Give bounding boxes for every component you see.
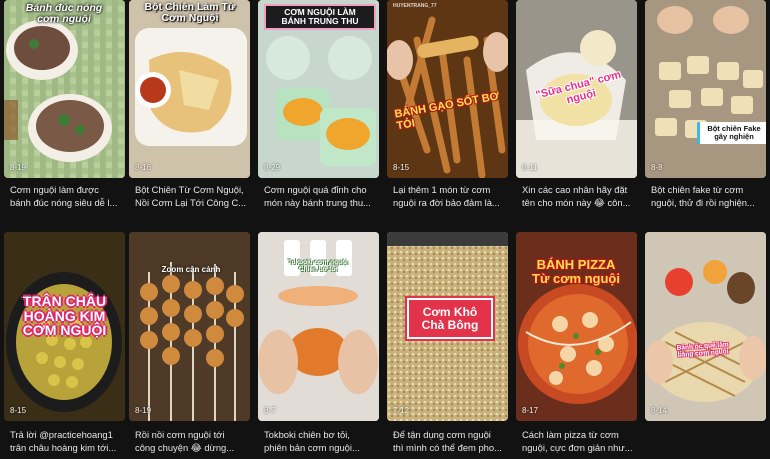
video-thumbnail[interactable]: Tokboki cơm nguội Chiên bơ tỏi 8-7 [258, 232, 379, 421]
video-thumbnail[interactable]: Bánh đúc nóng cơm nguội 8-19 [4, 0, 125, 178]
video-thumbnail[interactable]: Bột Chiên Làm Từ Cơm Nguội 8-16 [129, 0, 250, 178]
upload-date: 8-16 [135, 163, 152, 172]
video-caption[interactable]: Xin các cao nhân hãy đặt tên cho món này… [522, 183, 638, 209]
food-image [645, 232, 766, 421]
video-caption[interactable]: Cơm nguội quá đỉnh cho món này bánh trun… [264, 183, 380, 209]
video-caption[interactable]: Cách làm pizza từ cơm nguội, cực đơn giả… [522, 428, 638, 454]
food-image [387, 0, 508, 178]
watermark: HUYENTRANG_77 [393, 3, 437, 9]
video-caption[interactable]: Để tận dụng cơm nguội thì mình có thể đe… [393, 428, 509, 454]
thumbnail-title: BÁNH PIZZA Từ cơm nguội [532, 257, 620, 286]
video-grid: Bánh đúc nóng cơm nguội 8-19 Cơm nguội l… [0, 0, 770, 459]
thumbnail-title: Bột Chiên Làm Từ Cơm Nguội [144, 1, 236, 25]
video-thumbnail[interactable]: HUYENTRANG_77 BÁNH GẠO SỐT BƠ TỎI 8-15 [387, 0, 508, 178]
video-thumbnail[interactable]: Bột chiên Fake gây nghiện 8-8 [645, 0, 766, 178]
upload-date: 6-11 [522, 163, 538, 172]
video-thumbnail[interactable]: BÁNH PIZZA Từ cơm nguội 8-17 [516, 232, 637, 421]
video-caption[interactable]: Lại thêm 1 món từ cơm nguội ra đời bảo đ… [393, 183, 509, 209]
upload-date: 8-29 [264, 163, 281, 172]
video-caption[interactable]: Rồi nồi cơm nguội tới công chuyện 😂 dừng… [135, 428, 251, 454]
video-caption[interactable]: Cơm nguội làm được bánh đúc nóng siêu dễ… [10, 183, 126, 209]
video-card[interactable]: CƠM NGUỘI LÀM BÁNH TRUNG THU 8-29 Cơm ng… [258, 0, 379, 215]
upload-date: 8-14 [651, 406, 668, 415]
video-caption[interactable]: Bột chiên fake từ cơm nguội, thử đi rồi … [651, 183, 767, 209]
video-thumbnail[interactable]: CƠM NGUỘI LÀM BÁNH TRUNG THU 8-29 [258, 0, 379, 178]
video-thumbnail[interactable]: Bánh ốc quế làm bằng cơm nguội 8-14 [645, 232, 766, 421]
upload-date: 8-8 [651, 163, 663, 172]
thumbnail-title: Cơm Khô Chà Bông [405, 295, 495, 342]
food-image [129, 0, 250, 178]
upload-date: 8-7 [264, 406, 276, 415]
video-thumbnail[interactable]: "Sữa chua" cơm nguội 6-11 [516, 0, 637, 178]
video-card[interactable]: "Sữa chua" cơm nguội 6-11 Xin các cao nh… [516, 0, 637, 215]
video-caption[interactable]: Trả lời @practicehoang1 trân châu hoàng … [10, 428, 126, 454]
thumbnail-title: CƠM NGUỘI LÀM BÁNH TRUNG THU [264, 4, 376, 30]
video-card[interactable]: Tokboki cơm nguội Chiên bơ tỏi 8-7 Tokbo… [258, 232, 379, 459]
video-caption[interactable]: Tokboki chiên bơ tỏi, phiên bản cơm nguộ… [264, 428, 380, 454]
video-card[interactable]: Bánh ốc quế làm bằng cơm nguội 8-14 [645, 232, 766, 459]
upload-date: 8-15 [393, 163, 410, 172]
video-card[interactable]: BÁNH PIZZA Từ cơm nguội 8-17 Cách làm pi… [516, 232, 637, 459]
upload-date: 8-17 [522, 406, 539, 415]
food-image [129, 232, 250, 421]
thumbnail-title: Zoom cận cảnh [161, 265, 221, 274]
video-card[interactable]: TRÂN CHÂU HOÀNG KIM CƠM NGUỘI 8-15 Trả l… [4, 232, 125, 459]
thumbnail-title: TRÂN CHÂU HOÀNG KIM CƠM NGUỘI [22, 293, 107, 339]
video-card[interactable]: HUYENTRANG_77 BÁNH GẠO SỐT BƠ TỎI 8-15 L… [387, 0, 508, 215]
upload-date: 7-12 [393, 406, 410, 415]
upload-date: 8-19 [135, 406, 152, 415]
thumbnail-title: Bánh đúc nóng cơm nguội [25, 2, 103, 26]
video-card[interactable]: Zoom cận cảnh 8-19 Rồi nồi cơm nguội tới… [129, 232, 250, 459]
video-card[interactable]: Cơm Khô Chà Bông 7-12 Để tận dụng cơm ng… [387, 232, 508, 459]
video-thumbnail[interactable]: Cơm Khô Chà Bông 7-12 [387, 232, 508, 421]
upload-date: 8-15 [10, 406, 27, 415]
upload-date: 8-19 [10, 163, 27, 172]
food-image [4, 0, 125, 178]
video-card[interactable]: Bánh đúc nóng cơm nguội 8-19 Cơm nguội l… [4, 0, 125, 215]
video-card[interactable]: Bột chiên Fake gây nghiện 8-8 Bột chiên … [645, 0, 766, 215]
thumbnail-title: Tokboki cơm nguội Chiên bơ tỏi [288, 259, 348, 273]
video-card[interactable]: Bột Chiên Làm Từ Cơm Nguội 8-16 Bột Chiê… [129, 0, 250, 215]
video-thumbnail[interactable]: TRÂN CHÂU HOÀNG KIM CƠM NGUỘI 8-15 [4, 232, 125, 421]
video-caption[interactable]: Bột Chiên Từ Cơm Nguội, Nồi Cơm Lại Tới … [135, 183, 251, 209]
video-thumbnail[interactable]: Zoom cận cảnh 8-19 [129, 232, 250, 421]
thumbnail-title: Bột chiên Fake gây nghiện [697, 122, 766, 144]
food-image [645, 0, 766, 178]
